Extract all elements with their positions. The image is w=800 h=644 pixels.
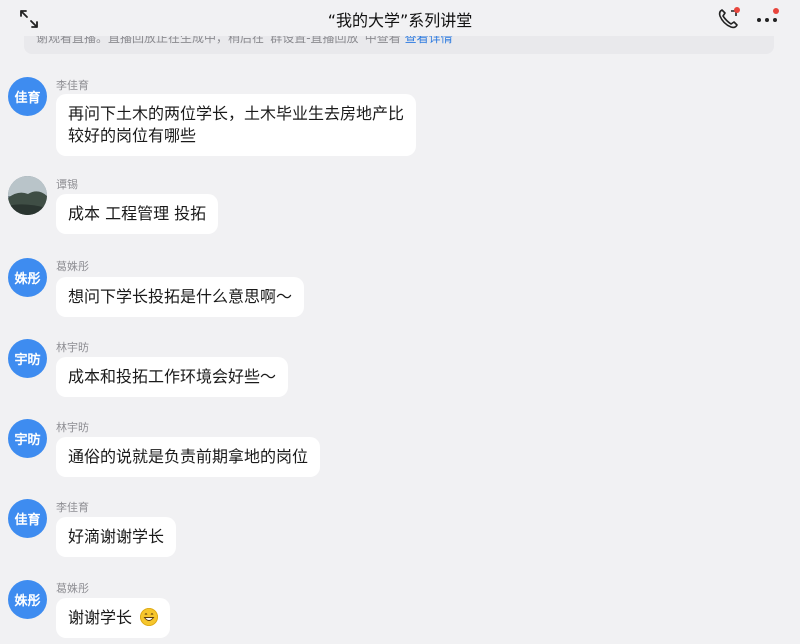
message-text: 再问下土木的两位学长，土木毕业生去房地产比: [68, 104, 405, 123]
avatar[interactable]: 宇昉: [8, 339, 47, 378]
message-text: 通俗的说就是负责前期拿地的岗位: [68, 447, 309, 466]
avatar[interactable]: 姝彤: [8, 258, 47, 297]
avatar[interactable]: 姝彤: [8, 580, 47, 619]
more-options-icon[interactable]: [755, 6, 779, 30]
message-text: 成本和投拓工作环境会好些～: [68, 367, 277, 386]
landscape-photo-icon: [8, 176, 47, 215]
message-text: 想问下学长投拓是什么意思啊～: [68, 287, 293, 306]
message-bubble[interactable]: 谢谢学长: [56, 598, 171, 638]
avatar[interactable]: 佳育: [8, 77, 47, 116]
phone-call-icon[interactable]: [716, 7, 740, 31]
chat-header: “我的大学”系列讲堂: [0, 0, 800, 36]
sender-name: 李佳育: [56, 501, 89, 514]
live-replay-notice: 谢观看直播。直播回放正在生成中，稍后在“群设置-直播回放”中查看 查看详情: [24, 36, 774, 54]
message-bubble[interactable]: 通俗的说就是负责前期拿地的岗位: [56, 437, 321, 477]
message-bubble[interactable]: 想问下学长投拓是什么意思啊～: [56, 277, 305, 317]
avatar[interactable]: [8, 176, 47, 215]
message-text: 好滴谢谢学长: [68, 527, 165, 546]
message-bubble[interactable]: 成本和投拓工作环境会好些～: [56, 357, 289, 397]
message-bubble[interactable]: 再问下土木的两位学长，土木毕业生去房地产比 较好的岗位有哪些: [56, 94, 417, 156]
chat-title: “我的大学”系列讲堂: [327, 11, 473, 30]
sender-name: 林宇昉: [56, 341, 89, 354]
message-text-line2: 较好的岗位有哪些: [68, 126, 197, 145]
sender-name: 林宇昉: [56, 421, 89, 434]
sender-name: 葛姝彤: [56, 260, 89, 273]
sender-name: 谭锡: [56, 178, 78, 191]
message-bubble[interactable]: 成本 工程管理 投拓: [56, 194, 219, 234]
message-text: 成本 工程管理 投拓: [68, 204, 207, 223]
message-bubble[interactable]: 好滴谢谢学长: [56, 517, 177, 557]
avatar[interactable]: 佳育: [8, 499, 47, 538]
view-details-link[interactable]: 查看详情: [405, 36, 453, 45]
sender-name: 葛姝彤: [56, 582, 89, 595]
grinning-emoji-icon: [140, 608, 159, 626]
sender-name: 李佳育: [56, 79, 89, 92]
avatar[interactable]: 宇昉: [8, 419, 47, 458]
message-text: 谢谢学长: [68, 608, 133, 627]
notice-text: 谢观看直播。直播回放正在生成中，稍后在“群设置-直播回放”中查看: [36, 36, 401, 45]
